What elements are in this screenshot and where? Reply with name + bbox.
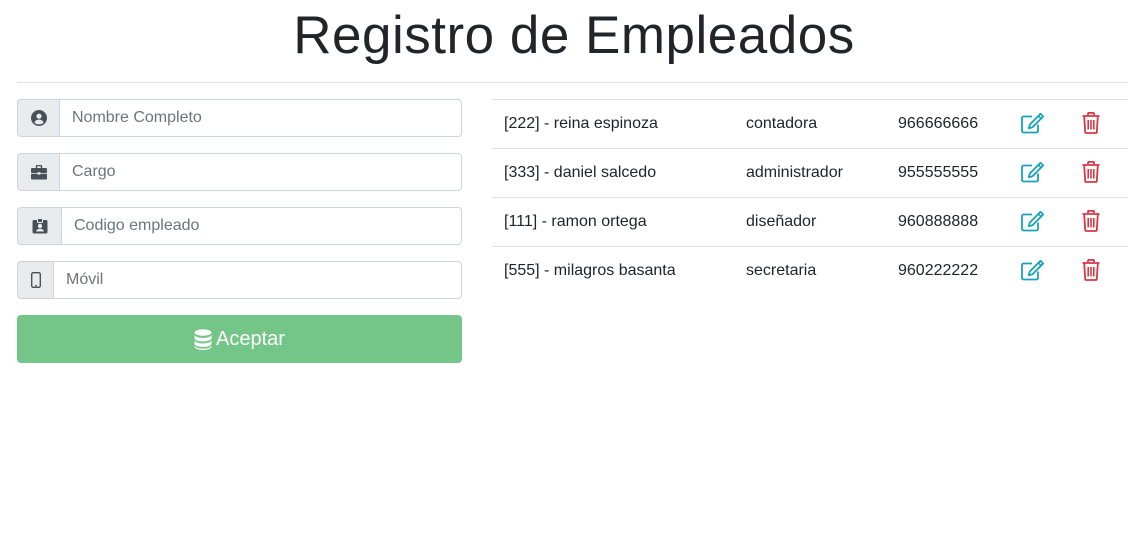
telefono-cell: 960888888 xyxy=(898,213,979,230)
database-icon xyxy=(194,328,212,350)
briefcase-icon xyxy=(17,153,59,191)
page-title: Registro de Empleados xyxy=(293,6,855,65)
mobile-phone-icon xyxy=(17,261,53,299)
empleado-cell: [333] - daniel salcedo xyxy=(504,164,657,181)
aceptar-label: Aceptar xyxy=(216,327,285,350)
cargo-cell: administrador xyxy=(746,164,843,181)
employee-table-area: [222] - reina espinoza contadora 966666666… xyxy=(492,99,1128,296)
empleado-cell: [111] - ramon ortega xyxy=(504,213,647,230)
id-badge-icon xyxy=(17,207,61,245)
nombre-group xyxy=(17,99,462,137)
cargo-group xyxy=(17,153,462,191)
user-circle-icon xyxy=(17,99,59,137)
trash-icon[interactable] xyxy=(1078,208,1104,234)
table-row: [222] - reina espinoza contadora 966666666 xyxy=(492,99,1128,149)
trash-icon[interactable] xyxy=(1078,110,1104,136)
trash-icon[interactable] xyxy=(1078,159,1104,185)
cargo-cell: secretaria xyxy=(746,262,817,280)
cargo-cell: diseñador xyxy=(746,213,817,230)
empleado-cell: [222] - reina espinoza xyxy=(504,115,658,132)
aceptar-button[interactable]: Aceptar xyxy=(17,315,462,363)
edit-icon[interactable] xyxy=(1020,208,1046,234)
cargo-cell: contadora xyxy=(746,115,818,132)
employee-form: Aceptar xyxy=(17,99,462,363)
trash-icon[interactable] xyxy=(1078,257,1104,283)
movil-group xyxy=(17,261,462,299)
movil-input[interactable] xyxy=(53,261,462,299)
edit-icon[interactable] xyxy=(1020,159,1046,185)
edit-icon[interactable] xyxy=(1020,257,1046,283)
cargo-input[interactable] xyxy=(59,153,462,191)
empleado-cell: [555] - milagros basanta xyxy=(504,262,676,280)
table-row: [555] - milagros basanta secretaria 960222… xyxy=(492,246,1128,296)
table-row: [333] - daniel salcedo administrador 95555… xyxy=(492,148,1128,198)
codigo-input[interactable] xyxy=(61,207,462,245)
telefono-cell: 960222222 xyxy=(898,262,979,280)
telefono-cell: 955555555 xyxy=(898,164,979,181)
edit-icon[interactable] xyxy=(1020,110,1046,136)
title-divider xyxy=(17,82,1128,83)
table-row: [111] - ramon ortega diseñador 960888888 xyxy=(492,197,1128,247)
employee-table: [222] - reina espinoza contadora 966666666… xyxy=(492,99,1128,296)
codigo-group xyxy=(17,207,462,245)
telefono-cell: 966666666 xyxy=(898,115,979,132)
nombre-input[interactable] xyxy=(59,99,462,137)
